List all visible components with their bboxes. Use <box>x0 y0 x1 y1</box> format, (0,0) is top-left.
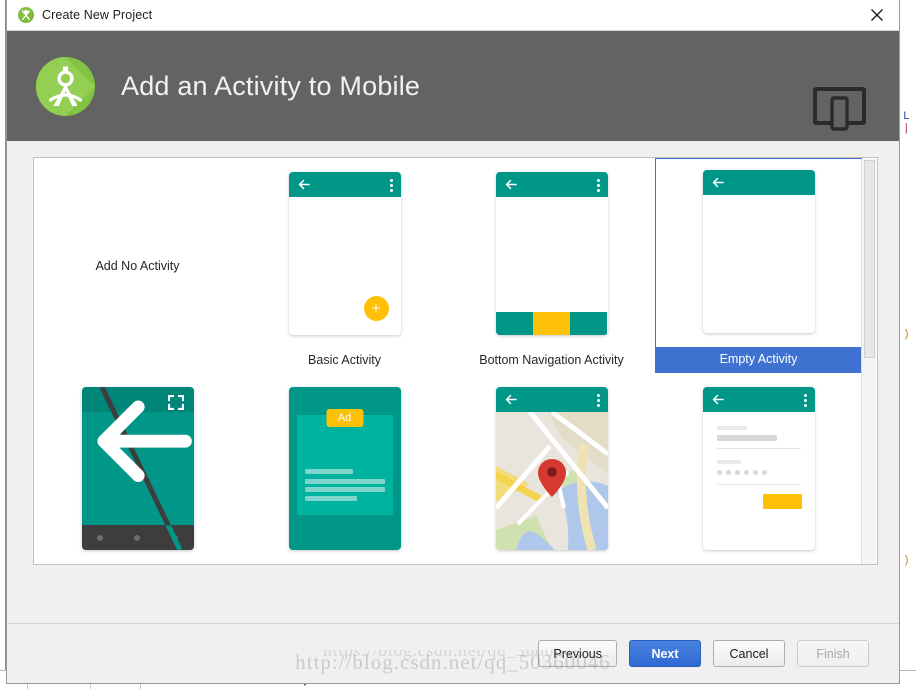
finish-button: Finish <box>797 640 869 667</box>
back-arrow-icon <box>712 177 724 188</box>
page-title: Add an Activity to Mobile <box>121 70 421 101</box>
back-arrow-icon <box>505 179 517 190</box>
activity-tile-basic-activity[interactable]: + Basic Activity <box>241 158 448 373</box>
next-button[interactable]: Next <box>629 640 701 667</box>
app-bar <box>288 172 401 197</box>
tile-label: Basic Activity <box>308 353 381 367</box>
basic-activity-thumbnail: + <box>288 172 401 335</box>
back-arrow-icon <box>505 394 517 405</box>
tile-label: Empty Activity <box>655 347 862 373</box>
activity-tile-bottom-navigation-activity[interactable]: Bottom Navigation Activity <box>448 158 655 373</box>
android-studio-logo <box>36 56 95 116</box>
gallery-scrollbar-thumb[interactable] <box>864 160 875 358</box>
ide-right-gutter: L | ) ) <box>900 0 916 689</box>
activity-tile-login-activity[interactable] <box>655 373 862 564</box>
google-maps-thumbnail <box>495 387 608 550</box>
activity-tile-add-no-activity[interactable]: Add No Activity <box>34 158 241 373</box>
close-icon[interactable] <box>854 0 899 30</box>
dialog-titlebar: Create New Project <box>7 0 899 31</box>
bottom-navigation-thumbnail <box>495 172 608 335</box>
empty-activity-thumbnail <box>702 170 815 333</box>
dialog-body: Add No Activity + Basic Activity Bottom … <box>7 141 899 623</box>
app-bar <box>495 387 608 412</box>
app-bar <box>702 170 815 195</box>
overflow-menu-icon <box>596 394 600 407</box>
activity-tile-google-maps-activity[interactable] <box>448 373 655 564</box>
admob-ads-thumbnail: Ad <box>288 387 401 550</box>
activity-tile-fullscreen-activity[interactable] <box>34 373 241 564</box>
overflow-menu-icon <box>389 179 393 192</box>
bottom-navigation-bar <box>495 312 608 335</box>
back-arrow-icon <box>712 394 724 405</box>
activity-tile-admob-ads-activity[interactable]: Ad <box>241 373 448 564</box>
back-arrow-icon <box>298 179 310 190</box>
dialog-header: Add an Activity to Mobile <box>7 31 899 141</box>
login-form-preview <box>702 412 815 550</box>
android-studio-icon <box>18 7 34 23</box>
fullscreen-activity-thumbnail <box>81 387 194 550</box>
previous-button[interactable]: Previous <box>538 640 617 667</box>
fullscreen-expand-icon <box>167 395 184 410</box>
app-bar <box>495 172 608 197</box>
create-new-project-dialog: Create New Project Add an Activity to Mo… <box>6 0 900 684</box>
ad-badge: Ad <box>326 409 363 427</box>
floating-action-button-icon: + <box>363 296 389 321</box>
overflow-menu-icon <box>596 179 600 192</box>
tile-label: Bottom Navigation Activity <box>479 353 624 367</box>
login-submit-button-preview <box>762 494 802 509</box>
login-activity-thumbnail <box>702 387 815 550</box>
overflow-menu-icon <box>803 394 807 407</box>
activity-gallery: Add No Activity + Basic Activity Bottom … <box>33 157 878 565</box>
dialog-footer: Previous Next Cancel Finish http://blog.… <box>7 623 899 683</box>
app-bar <box>702 387 815 412</box>
gallery-scrollbar[interactable] <box>861 159 876 564</box>
map-preview <box>495 412 608 550</box>
dialog-title: Create New Project <box>42 8 153 22</box>
tile-label: Add No Activity <box>95 258 180 273</box>
cancel-button[interactable]: Cancel <box>713 640 785 667</box>
tablet-and-phone-icon <box>813 87 866 136</box>
activity-tile-empty-activity[interactable]: Empty Activity <box>655 158 862 373</box>
